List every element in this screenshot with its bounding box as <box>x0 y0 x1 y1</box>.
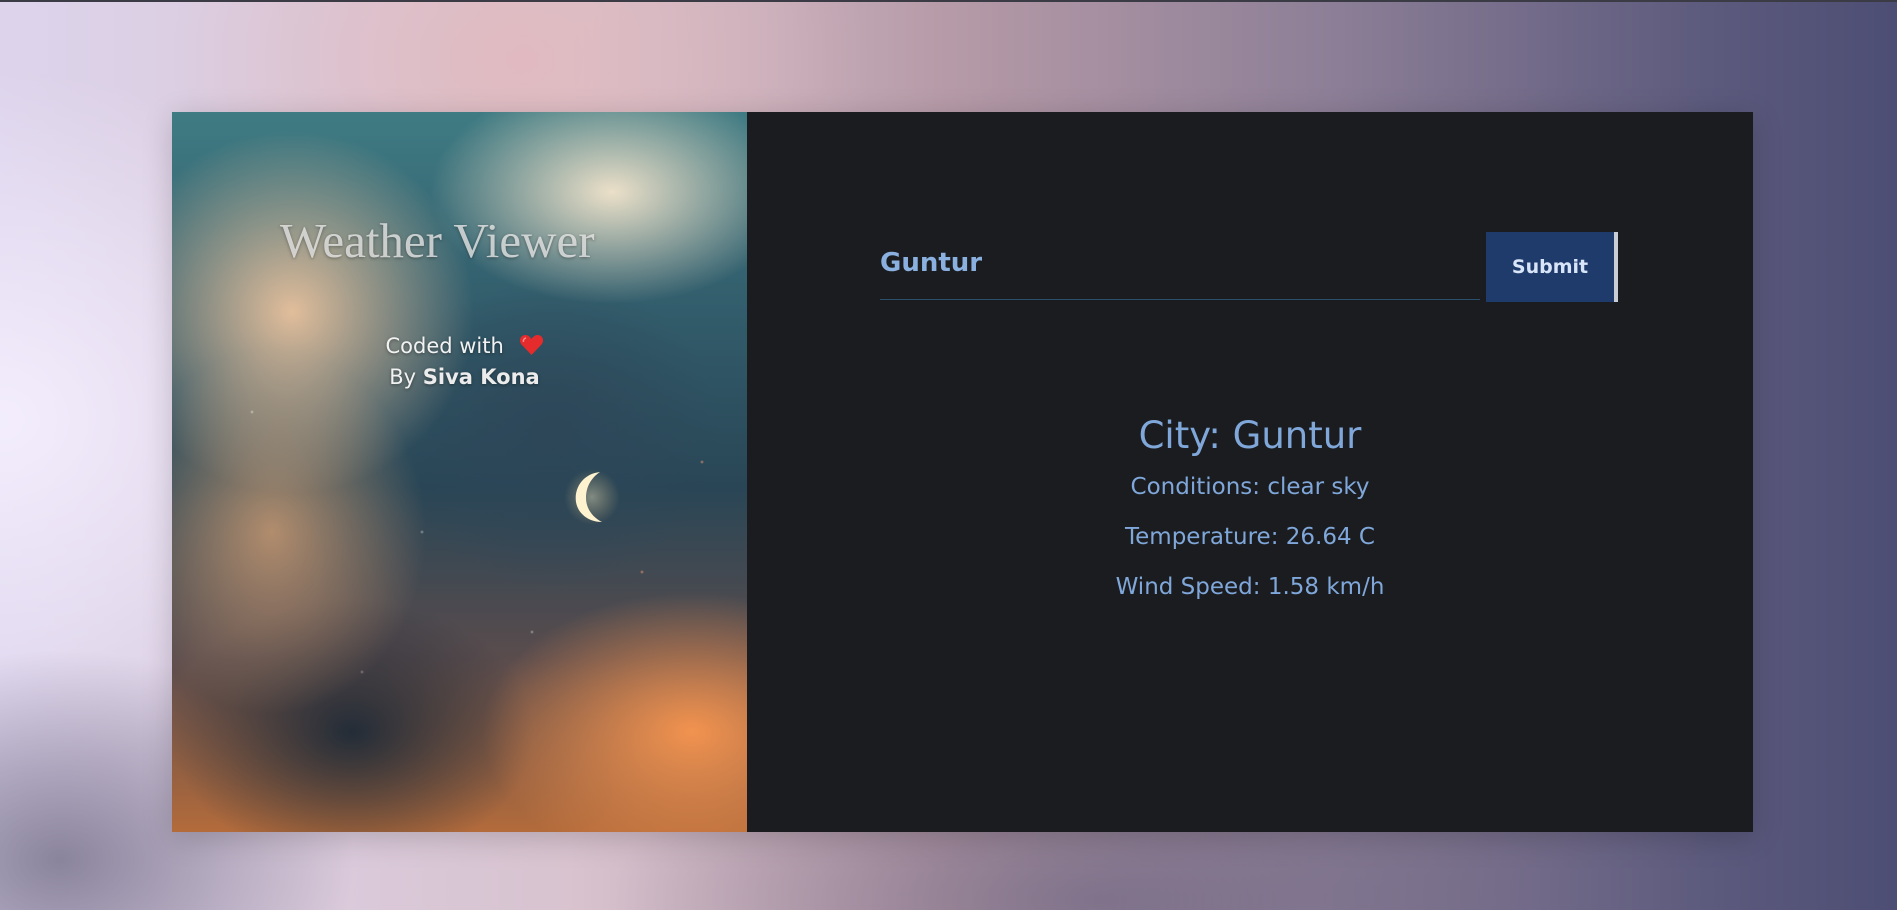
heart-icon <box>519 334 543 355</box>
weather-results: City: Guntur Conditions: clear sky Tempe… <box>1000 410 1500 612</box>
author-name: Siva Kona <box>422 365 540 389</box>
conditions-text: Conditions: clear sky <box>1130 474 1370 500</box>
app-title: Weather Viewer <box>280 213 595 268</box>
credit-text: Coded with <box>385 334 504 358</box>
hero-image-panel: Weather Viewer Coded with By Siva Kona <box>172 112 747 832</box>
author-prefix: By <box>389 365 417 389</box>
credit-block: Coded with By Siva Kona <box>172 331 747 393</box>
author-line: By Siva Kona <box>172 362 747 393</box>
weather-card: Weather Viewer Coded with By Siva Kona <box>172 112 1753 832</box>
city-name: City: Guntur <box>1138 414 1362 457</box>
window-top-border <box>0 0 1897 2</box>
wind-speed-text: Wind Speed: 1.58 km/h <box>1115 574 1385 600</box>
submit-button[interactable]: Submit <box>1486 232 1618 302</box>
crescent-moon-icon <box>564 469 620 525</box>
temperature-text: Temperature: 26.64 C <box>1125 524 1375 550</box>
city-search-input[interactable] <box>880 232 1480 300</box>
credit-line: Coded with <box>172 331 747 362</box>
